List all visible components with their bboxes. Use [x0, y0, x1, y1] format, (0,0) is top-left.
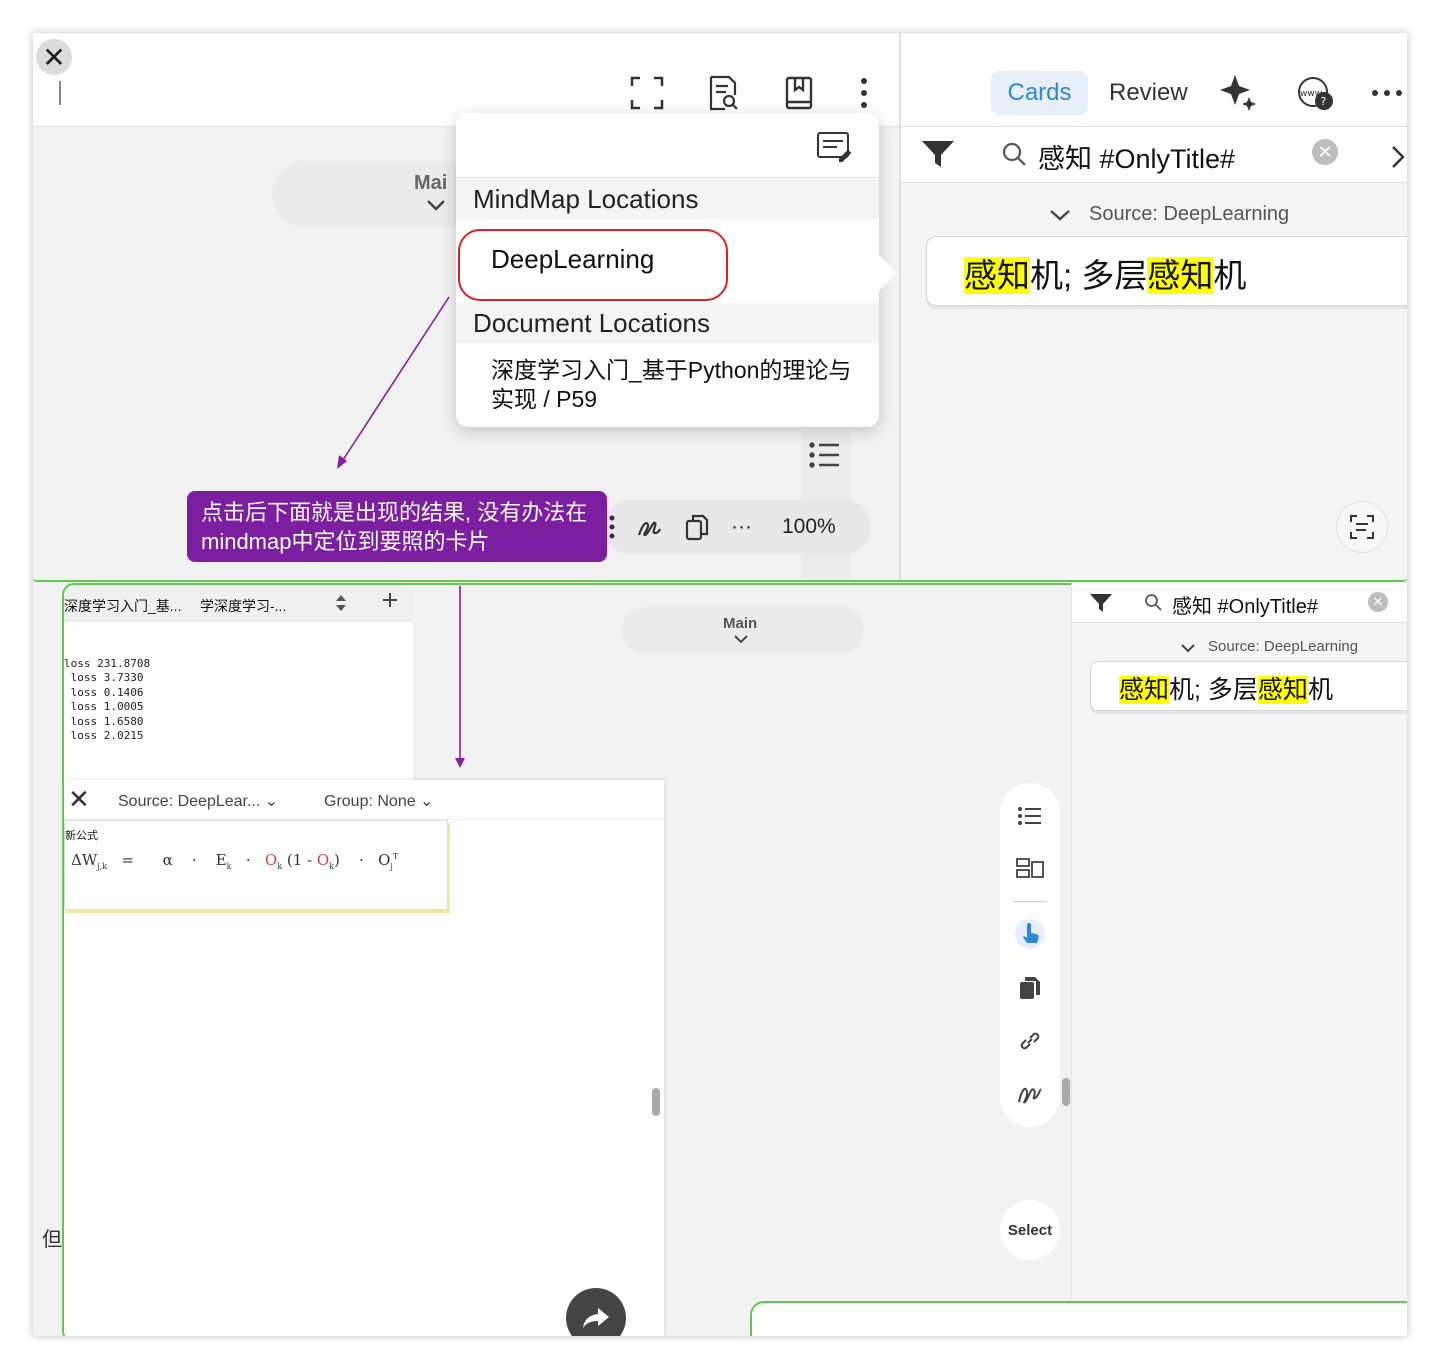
- card-text: 机; 多层: [1030, 257, 1148, 294]
- document-locations-header: Document Locations: [456, 303, 879, 343]
- filter-icon[interactable]: [921, 139, 955, 169]
- chevron-right-icon[interactable]: [1391, 145, 1405, 169]
- select-button[interactable]: Select: [1000, 1200, 1060, 1260]
- web-help-icon[interactable]: www?: [1296, 75, 1334, 111]
- scan-text-icon[interactable]: [1336, 501, 1388, 553]
- highlight: 感知: [964, 257, 1030, 294]
- list-icon[interactable]: [801, 431, 849, 479]
- main-node-label: Mai: [414, 172, 448, 194]
- edit-list-icon[interactable]: [816, 131, 852, 163]
- highlight: 感知: [1147, 257, 1214, 294]
- copy-icon[interactable]: [1015, 973, 1045, 1003]
- search-bar: 感知 #OnlyTitle# ✕: [1072, 583, 1407, 623]
- handwriting-icon[interactable]: [636, 513, 664, 541]
- pointer-hand-icon[interactable]: [1015, 919, 1045, 949]
- chevron-down-icon[interactable]: [1180, 643, 1196, 653]
- annotation-arrow: [337, 296, 450, 469]
- divider: [456, 177, 879, 178]
- clear-search-icon[interactable]: ✕: [1312, 139, 1338, 165]
- split-border: [33, 578, 1407, 582]
- card-text: 机: [1307, 676, 1333, 704]
- cards-panel: 感知 #OnlyTitle# ✕ Source: DeepLearning 感知…: [1071, 583, 1407, 1336]
- chevron-down-icon[interactable]: [1049, 209, 1071, 221]
- document-search-icon[interactable]: [703, 73, 743, 113]
- page-text: 但: [42, 1229, 62, 1251]
- source-label: Source: DeepLearning: [1089, 203, 1290, 225]
- sparkle-icon[interactable]: [1219, 73, 1257, 111]
- clear-search-icon[interactable]: ✕: [1368, 592, 1388, 612]
- more-vertical-icon[interactable]: [844, 73, 884, 113]
- card-title: 感知机; 多层感知机: [1119, 670, 1333, 706]
- card-text: 机; 多层: [1169, 676, 1258, 704]
- scrollbar[interactable]: [1062, 1078, 1070, 1106]
- document-location-item[interactable]: 深度学习入门_基于Python的理论与实现 / P59: [491, 356, 861, 414]
- tool-column: [1000, 783, 1060, 1127]
- more-icon[interactable]: [1371, 89, 1403, 97]
- highlight: 感知: [1119, 676, 1170, 704]
- book-icon[interactable]: [779, 73, 819, 113]
- cards-header: Cards Review www?: [901, 33, 1407, 127]
- app-window: ✕ Mai ··· 100% Cards Review www ? 感知 #On…: [33, 33, 1407, 1336]
- search-icon: [1144, 593, 1162, 611]
- locations-popup: MindMap Locations DeepLearning Document …: [456, 113, 879, 427]
- search-input[interactable]: 感知 #OnlyTitle#: [1038, 137, 1235, 176]
- layout-icon[interactable]: [1015, 853, 1045, 883]
- list-icon[interactable]: [1015, 801, 1045, 831]
- copy-icon[interactable]: [685, 513, 709, 541]
- fullscreen-icon[interactable]: [627, 73, 667, 113]
- highlight-frame: [750, 1301, 1407, 1336]
- svg-text:?: ?: [1321, 95, 1327, 108]
- close-icon[interactable]: ✕: [36, 39, 72, 75]
- more-vertical-icon[interactable]: [609, 515, 615, 539]
- tab-cards[interactable]: Cards: [991, 71, 1088, 115]
- more-icon[interactable]: ···: [731, 515, 752, 539]
- text-cursor: [59, 81, 61, 105]
- search-icon: [1001, 141, 1027, 167]
- filter-icon[interactable]: [1089, 592, 1113, 614]
- card-text: 机: [1213, 257, 1247, 294]
- card-item[interactable]: 感知机; 多层感知机: [1090, 661, 1407, 711]
- chevron-down-icon[interactable]: [426, 199, 446, 211]
- tab-review[interactable]: Review: [1109, 79, 1188, 107]
- mindmap-location-item[interactable]: DeepLearning: [491, 244, 654, 275]
- link-icon[interactable]: [1015, 1026, 1045, 1056]
- divider: [1014, 901, 1046, 902]
- search-input[interactable]: 感知 #OnlyTitle#: [1172, 590, 1318, 619]
- popup-pointer: [879, 255, 897, 291]
- source-label: Source: DeepLearning: [1208, 638, 1359, 655]
- mindmap-locations-header: MindMap Locations: [456, 179, 879, 219]
- zoom-level[interactable]: 100%: [782, 515, 836, 539]
- annotation-note: 点击后下面就是出现的结果, 没有办法在mindmap中定位到要照的卡片: [187, 491, 607, 562]
- highlight: 感知: [1257, 676, 1308, 704]
- card-title: 感知机; 多层感知机: [964, 249, 1246, 297]
- handwriting-icon[interactable]: [1015, 1079, 1045, 1109]
- card-item[interactable]: 感知机; 多层感知机: [926, 236, 1407, 306]
- cards-panel: Cards Review www? 感知 #OnlyTitle# ✕ Sourc…: [900, 33, 1407, 581]
